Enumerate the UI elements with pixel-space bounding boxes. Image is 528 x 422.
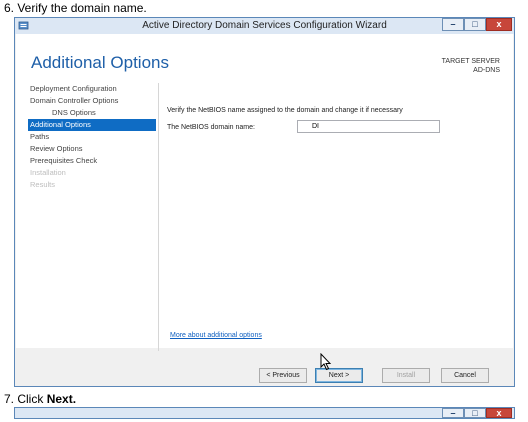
title-bar[interactable]: Active Directory Domain Services Configu…	[15, 18, 514, 34]
previous-button[interactable]: < Previous	[259, 368, 307, 383]
close-button[interactable]: x	[486, 18, 512, 31]
more-about-additional-options-link[interactable]: More about additional options	[170, 332, 262, 339]
mouse-pointer-icon	[320, 353, 332, 371]
target-server-label: TARGET SERVER	[441, 58, 500, 65]
nav-divider	[158, 83, 159, 351]
nav-item-dns-options[interactable]: DNS Options	[28, 107, 156, 119]
step-7-bold: Next.	[46, 392, 77, 406]
step-6-caption: 6. Verify the domain name.	[4, 1, 147, 15]
minimize-button[interactable]: –	[442, 18, 464, 31]
nav-item-review-options[interactable]: Review Options	[28, 143, 156, 155]
maximize-button-2[interactable]: □	[464, 408, 486, 418]
nav-item-results: Results	[30, 180, 56, 189]
next-wizard-window-titlebar: – □ x	[14, 407, 515, 419]
step-7-prefix: 7. Click	[4, 392, 47, 406]
nav-item-domain-controller-options[interactable]: Domain Controller Options	[28, 95, 156, 107]
target-server-name: AD-DNS	[473, 67, 500, 74]
nav-item-deployment-configuration[interactable]: Deployment Configuration	[28, 83, 156, 95]
target-server: TARGET SERVER AD-DNS	[442, 57, 500, 75]
step-7-caption: 7. Click Next.	[4, 392, 76, 406]
wizard-content: Additional Options TARGET SERVER AD-DNS	[16, 34, 513, 348]
wizard-window: Active Directory Domain Services Configu…	[14, 17, 515, 387]
nav-item-prerequisites-check[interactable]: Prerequisites Check	[28, 155, 156, 167]
nav-item-paths[interactable]: Paths	[28, 131, 156, 143]
cancel-button[interactable]: Cancel	[441, 368, 489, 383]
install-button: Install	[382, 368, 430, 383]
netbios-label: The NetBIOS domain name:	[167, 124, 255, 131]
minimize-button-2[interactable]: –	[442, 408, 464, 418]
nav-item-additional-options[interactable]: Additional Options	[28, 119, 156, 131]
netbios-name-field[interactable]	[297, 120, 440, 133]
close-button-2[interactable]: x	[486, 408, 512, 418]
netbios-instruction: Verify the NetBIOS name assigned to the …	[167, 107, 403, 114]
wizard-nav: Deployment Configuration Domain Controll…	[28, 83, 156, 191]
maximize-button[interactable]: □	[464, 18, 486, 31]
nav-item-installation: Installation	[30, 168, 66, 177]
window-controls: – □ x	[432, 18, 512, 32]
page-title: Additional Options	[31, 53, 169, 72]
window-controls-2: – □ x	[432, 408, 512, 422]
